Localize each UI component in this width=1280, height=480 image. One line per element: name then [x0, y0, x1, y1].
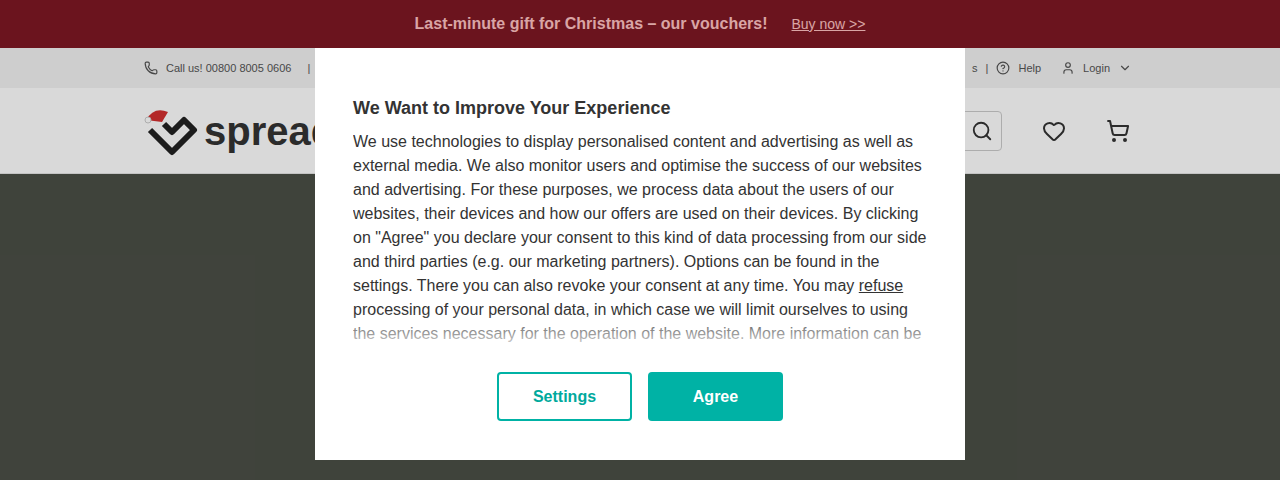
dialog-title: We Want to Improve Your Experience [353, 96, 927, 120]
refuse-link[interactable]: refuse [859, 277, 903, 294]
agree-button[interactable]: Agree [648, 372, 783, 421]
page: Last-minute gift for Christmas – our vou… [0, 0, 1280, 480]
consent-dialog: We Want to Improve Your Experience We use… [315, 48, 965, 460]
dialog-body: We use technologies to display personali… [353, 130, 927, 346]
settings-button[interactable]: Settings [497, 372, 632, 421]
